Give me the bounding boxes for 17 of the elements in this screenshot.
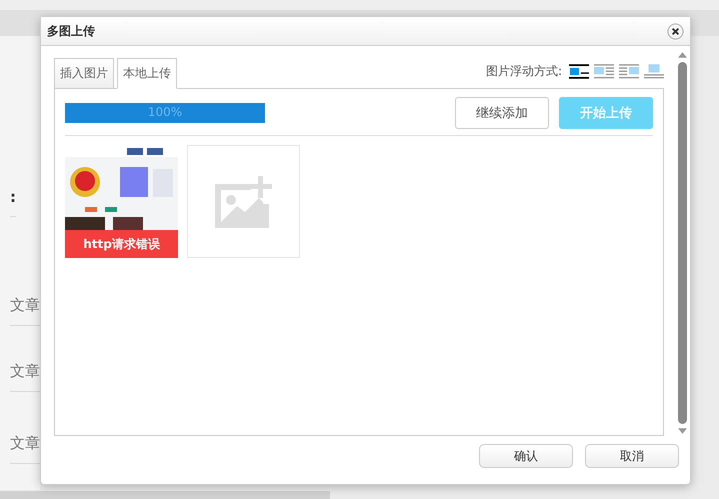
tab[interactable]: 本地上传 — [117, 58, 177, 89]
close-icon[interactable] — [667, 22, 684, 40]
scrollbar[interactable] — [676, 52, 688, 436]
add-more-button[interactable]: 继续添加 — [455, 97, 549, 129]
cancel-button[interactable]: 取消 — [585, 444, 679, 468]
float-layout-icon[interactable] — [569, 64, 589, 79]
scroll-down-icon[interactable] — [678, 428, 686, 434]
dialog-title: 多图上传 — [47, 22, 95, 40]
tab[interactable]: 插入图片 — [54, 58, 114, 89]
page-text: : — [10, 186, 16, 217]
error-message: http请求错误 — [65, 230, 178, 258]
add-image-icon — [214, 176, 272, 228]
progress-text: 100% — [146, 105, 184, 119]
float-label: 图片浮动方式: — [486, 63, 562, 80]
scroll-up-icon[interactable] — [678, 52, 686, 58]
add-image-tile[interactable] — [187, 145, 300, 258]
confirm-button[interactable]: 确认 — [479, 444, 573, 468]
